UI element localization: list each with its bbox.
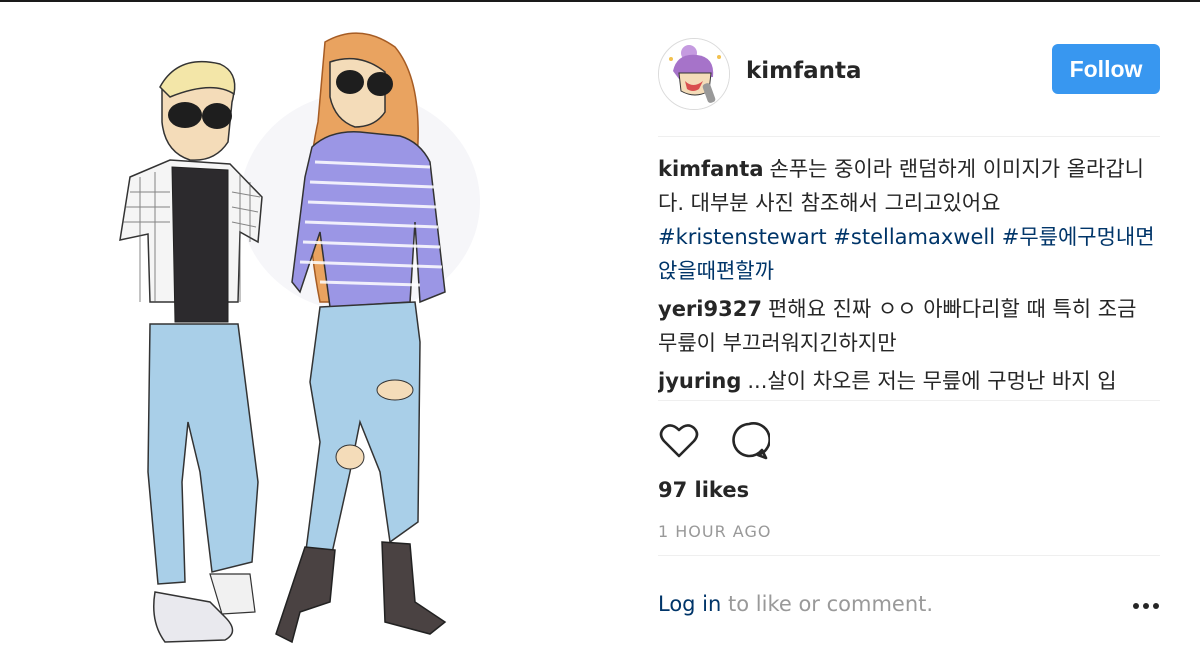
header-divider: [658, 136, 1160, 137]
comment-item: yeri9327 편해요 진짜 ㅇㅇ 아빠다리할 때 특히 조금 무릎이 부끄러워…: [658, 292, 1160, 360]
avatar-illustration: [659, 39, 729, 109]
post-username[interactable]: kimfanta: [746, 58, 862, 84]
more-options-icon[interactable]: [1132, 602, 1160, 610]
post-image[interactable]: [0, 2, 640, 647]
comment-item: jyuring ...살이 차오른 저는 무릎에 구멍난 바지 입: [658, 364, 1160, 398]
comment-author[interactable]: jyuring: [658, 369, 741, 393]
login-prompt: Log in to like or comment.: [658, 592, 1160, 624]
login-prompt-text: to like or comment.: [728, 592, 934, 616]
action-bar: [658, 420, 858, 464]
caption-author[interactable]: kimfanta: [658, 157, 764, 181]
post-timestamp: 1 HOUR AGO: [658, 522, 772, 541]
login-link[interactable]: Log in: [658, 592, 721, 616]
post-illustration: [119, 32, 480, 644]
heart-icon[interactable]: [658, 420, 700, 462]
caption-hashtags[interactable]: #kristenstewart #stellamaxwell #무릎에구멍내면앉…: [658, 225, 1155, 283]
post-header: kimfanta Follow: [658, 38, 1160, 110]
avatar[interactable]: [658, 38, 730, 110]
comment-text: ...살이 차오른 저는 무릎에 구멍난 바지 입: [747, 369, 1117, 393]
comments-list: kimfanta 손푸는 중이라 랜덤하게 이미지가 올라갑니다. 대부분 사진 …: [658, 152, 1160, 400]
caption: kimfanta 손푸는 중이라 랜덤하게 이미지가 올라갑니다. 대부분 사진 …: [658, 152, 1160, 288]
comment-author[interactable]: yeri9327: [658, 297, 762, 321]
post-sidebar: kimfanta Follow kimfanta 손푸는 중이라 랜덤하게 이미지…: [658, 2, 1160, 647]
comments-divider: [658, 400, 1160, 401]
follow-button[interactable]: Follow: [1052, 44, 1160, 94]
footer-divider: [658, 555, 1160, 556]
comment-bubble-icon[interactable]: [728, 420, 770, 462]
likes-count[interactable]: 97 likes: [658, 478, 749, 502]
